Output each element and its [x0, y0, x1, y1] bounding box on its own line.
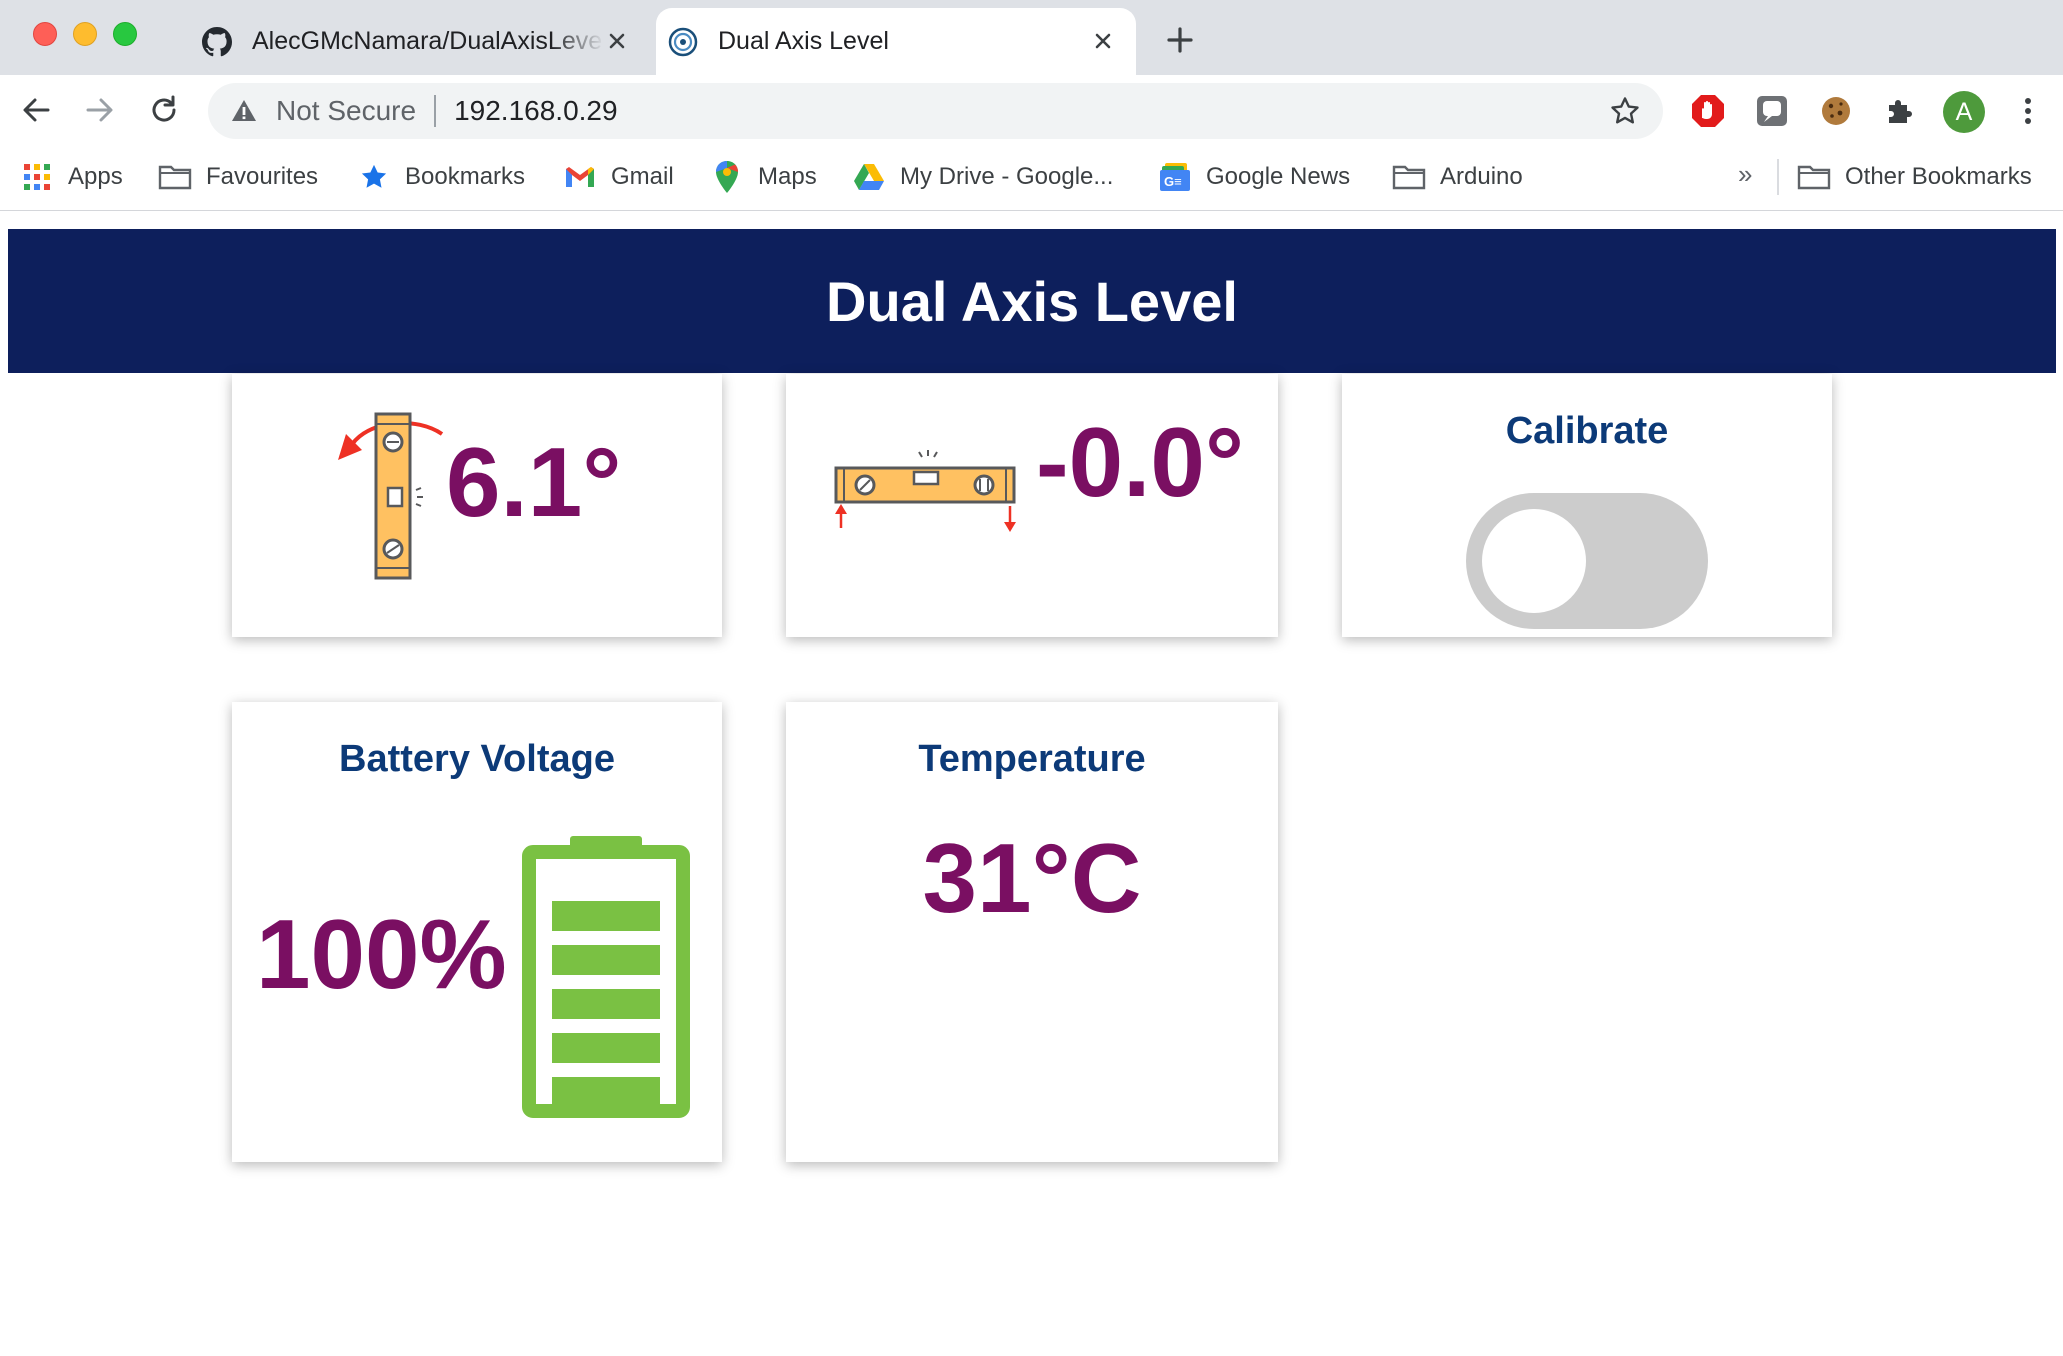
news-icon: G≡ [1158, 160, 1192, 194]
minimize-window-button[interactable] [73, 22, 97, 46]
warning-icon[interactable] [230, 97, 258, 125]
roll-card: -0.0° [786, 374, 1278, 637]
profile-avatar[interactable]: A [1943, 91, 1985, 133]
bookmark-apps[interactable]: Apps [20, 159, 123, 195]
bookmark-google-news[interactable]: G≡ Google News [1158, 159, 1350, 195]
bookmark-my-drive[interactable]: My Drive - Google... [852, 159, 1113, 195]
bookmark-label: Maps [758, 163, 817, 190]
calibrate-card: Calibrate [1342, 374, 1832, 637]
security-label: Not Secure [276, 95, 417, 126]
bookmark-bookmarks[interactable]: Bookmarks [357, 159, 525, 195]
apps-grid-icon [20, 160, 54, 194]
cookie-extension-icon[interactable] [1818, 93, 1854, 129]
battery-icon [522, 836, 690, 1118]
bookmark-maps[interactable]: Maps [710, 159, 817, 195]
close-window-button[interactable] [33, 22, 57, 46]
battery-bar [552, 989, 660, 1019]
globe-icon [666, 25, 700, 59]
square-extension-icon[interactable] [1754, 93, 1790, 129]
tab-github[interactable]: AlecGMcNamara/DualAxisLevel [190, 8, 650, 75]
toggle-knob [1482, 509, 1586, 613]
temperature-value: 31°C [922, 823, 1142, 933]
battery-value: 100% [256, 899, 507, 1009]
tab-title: Dual Axis Level [718, 27, 889, 55]
tab-dual-axis-level[interactable]: Dual Axis Level [656, 8, 1136, 75]
puzzle-extension-icon[interactable] [1882, 93, 1918, 129]
url-text[interactable]: 192.168.0.29 [454, 95, 618, 127]
svg-text:G≡: G≡ [1164, 174, 1182, 189]
new-tab-icon[interactable] [1162, 22, 1198, 58]
more-menu-icon[interactable] [2010, 93, 2046, 129]
roll-value: -0.0° [1036, 407, 1245, 517]
bookmark-label: Favourites [206, 163, 319, 190]
omnibox-divider [434, 95, 437, 127]
page-title: Dual Axis Level [826, 269, 1238, 333]
bookmark-label: Bookmarks [405, 163, 526, 190]
calibrate-toggle[interactable] [1466, 493, 1708, 629]
bookmark-gmail[interactable]: Gmail [563, 159, 674, 195]
battery-title: Battery Voltage [339, 738, 615, 780]
pitch-value: 6.1° [446, 427, 622, 537]
back-arrow-icon[interactable] [18, 92, 54, 128]
battery-bar [552, 1033, 660, 1063]
forward-arrow-icon[interactable] [82, 92, 118, 128]
star-icon [357, 160, 391, 194]
horizontal-level-icon [834, 450, 1016, 532]
bookmark-arduino[interactable]: Arduino [1392, 159, 1523, 195]
pitch-card: 6.1° [232, 374, 722, 637]
browser-toolbar: Not Secure 192.168.0.29 A [0, 75, 2063, 145]
adblock-extension-icon[interactable] [1690, 93, 1726, 129]
folder-icon [158, 160, 192, 194]
maps-pin-icon [710, 160, 744, 194]
calibrate-title: Calibrate [1505, 410, 1669, 452]
bookmark-star-icon[interactable] [1609, 95, 1641, 127]
close-tab-icon[interactable] [602, 26, 632, 56]
bookmarks-overflow-button[interactable]: » [1738, 159, 1752, 190]
github-icon [200, 25, 234, 59]
maximize-window-button[interactable] [113, 22, 137, 46]
bookmark-other-bookmarks[interactable]: Other Bookmarks [1797, 159, 2032, 195]
battery-card: Battery Voltage 100% [232, 702, 722, 1162]
bookmarks-bar: Apps Favourites Bookmarks Gmail Maps My … [0, 145, 2063, 211]
bookmarks-divider [1777, 159, 1779, 195]
drive-icon [852, 160, 886, 194]
address-bar[interactable]: Not Secure 192.168.0.29 [208, 83, 1663, 139]
bookmark-label: Gmail [611, 163, 674, 190]
bookmark-label: Arduino [1440, 163, 1523, 190]
bookmark-label: Other Bookmarks [1845, 163, 2032, 190]
tab-title: AlecGMcNamara/DualAxisLevel [252, 27, 604, 55]
folder-icon [1392, 160, 1426, 194]
tab-strip: AlecGMcNamara/DualAxisLevel Dual Axis Le… [0, 0, 2063, 75]
battery-bar [552, 901, 660, 931]
reload-icon[interactable] [146, 92, 182, 128]
gmail-icon [563, 160, 597, 194]
bookmark-label: My Drive - Google... [900, 163, 1114, 190]
battery-bar [552, 945, 660, 975]
temperature-card: Temperature 31°C [786, 702, 1278, 1162]
battery-bar [552, 1077, 660, 1107]
close-tab-icon[interactable] [1088, 26, 1118, 56]
page-header: Dual Axis Level [8, 229, 2056, 373]
bookmark-favourites[interactable]: Favourites [158, 159, 318, 195]
bookmark-label: Apps [68, 163, 123, 190]
temperature-title: Temperature [918, 738, 1146, 780]
folder-icon [1797, 160, 1831, 194]
bookmark-label: Google News [1206, 163, 1351, 190]
